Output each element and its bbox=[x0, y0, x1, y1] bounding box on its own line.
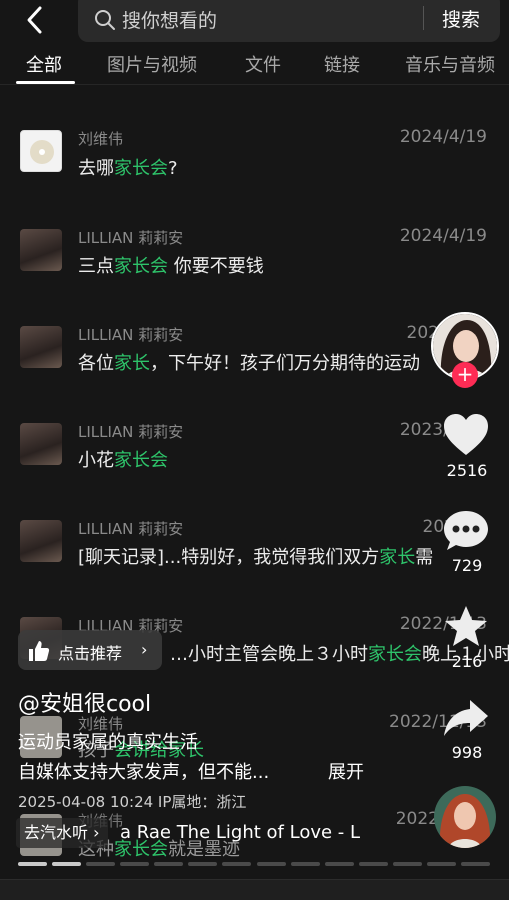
tab-music-audio[interactable]: 音乐与音频 bbox=[405, 51, 495, 77]
progress-segment bbox=[460, 862, 490, 866]
sender-name: LILLIAN 莉莉安 bbox=[78, 520, 184, 538]
message-text: 三点家长会 你要不要钱 bbox=[78, 256, 264, 277]
progress-segment bbox=[52, 862, 82, 866]
search-input[interactable]: 搜你想看的 bbox=[122, 6, 217, 33]
list-item[interactable]: LILLIAN 莉莉安 2023/3/31 小花家长会 bbox=[0, 409, 509, 505]
progress-segment bbox=[86, 862, 116, 866]
list-item[interactable]: LILLIAN 莉莉安 202 [聊天记录]...特别好，我觉得我们双方家长需 bbox=[0, 506, 509, 602]
back-arrow-icon[interactable] bbox=[18, 2, 54, 38]
share-arrow-icon[interactable] bbox=[442, 696, 490, 742]
video-progress-bar[interactable] bbox=[18, 862, 490, 866]
author-handle[interactable]: @安姐很cool bbox=[18, 686, 151, 718]
favorite-count: 216 bbox=[451, 652, 483, 671]
search-button[interactable]: 搜索 bbox=[442, 5, 480, 32]
tab-all[interactable]: 全部 bbox=[26, 51, 62, 77]
sender-name: LILLIAN 莉莉安 bbox=[78, 326, 184, 344]
disc-icon bbox=[30, 140, 54, 164]
list-item[interactable]: LILLIAN 莉莉安 2024/4/19 三点家长会 你要不要钱 bbox=[0, 215, 509, 311]
expand-button[interactable]: 展开 bbox=[328, 758, 364, 784]
progress-segment bbox=[222, 862, 252, 866]
music-cover-avatar[interactable] bbox=[434, 786, 496, 848]
progress-segment bbox=[358, 862, 388, 866]
favorite-star-icon[interactable] bbox=[442, 604, 490, 650]
chevron-right-icon: › bbox=[141, 640, 148, 659]
message-text: 各位家长，下午好！孩子们万分期待的运动 bbox=[78, 353, 420, 374]
tab-images-videos[interactable]: 图片与视频 bbox=[107, 51, 197, 77]
progress-segment bbox=[188, 862, 218, 866]
list-item[interactable]: 刘维伟 2024/4/19 去哪家长会? bbox=[0, 118, 509, 214]
search-divider bbox=[423, 6, 424, 30]
music-cover-image bbox=[434, 786, 496, 848]
like-count: 2516 bbox=[446, 461, 488, 480]
tab-bar: 全部 图片与视频 文件 链接 音乐与音频 bbox=[0, 45, 509, 85]
active-tab-indicator bbox=[16, 81, 75, 84]
recommend-label: 点击推荐 bbox=[58, 644, 123, 663]
recommend-button[interactable]: 点击推荐 › bbox=[18, 630, 162, 670]
message-date: 2024/4/19 bbox=[399, 226, 487, 246]
video-description-line2: 自媒体支持大家发声，但不能... bbox=[18, 762, 270, 783]
heart-icon[interactable] bbox=[442, 412, 490, 458]
tab-links[interactable]: 链接 bbox=[324, 51, 360, 77]
message-date: 2024/4/19 bbox=[399, 127, 487, 147]
message-text: 小花家长会 bbox=[78, 450, 168, 471]
bottom-related-search-bar[interactable] bbox=[0, 879, 509, 900]
progress-segment bbox=[324, 862, 354, 866]
thumbs-up-icon bbox=[29, 641, 50, 661]
music-title[interactable]: a Rae The Light of Love - L bbox=[120, 822, 360, 843]
share-count: 998 bbox=[451, 743, 483, 762]
post-meta: 2025-04-08 10:24 IP属地：浙江 bbox=[18, 793, 247, 811]
search-box[interactable]: 搜你想看的 搜索 bbox=[78, 0, 500, 42]
progress-segment bbox=[426, 862, 456, 866]
message-text: 去哪家长会? bbox=[78, 158, 178, 179]
sender-name: LILLIAN 莉莉安 bbox=[78, 229, 184, 247]
sender-name: 刘维伟 bbox=[78, 130, 124, 148]
comment-icon[interactable] bbox=[442, 508, 490, 554]
avatar bbox=[20, 520, 62, 562]
progress-segment bbox=[256, 862, 286, 866]
follow-plus-icon[interactable]: + bbox=[452, 362, 478, 388]
progress-segment bbox=[18, 862, 48, 866]
top-bar: 搜你想看的 搜索 bbox=[0, 0, 509, 45]
list-item[interactable]: LILLIAN 莉莉安 202 各位家长，下午好！孩子们万分期待的运动 bbox=[0, 312, 509, 408]
progress-segment bbox=[290, 862, 320, 866]
avatar bbox=[20, 326, 62, 368]
progress-segment bbox=[154, 862, 184, 866]
message-date: 2022 bbox=[395, 809, 439, 829]
progress-segment bbox=[120, 862, 150, 866]
sender-name: LILLIAN 莉莉安 bbox=[78, 423, 184, 441]
tab-files[interactable]: 文件 bbox=[245, 51, 281, 77]
progress-segment bbox=[392, 862, 422, 866]
open-in-music-app-button[interactable]: 去汽水听 › bbox=[16, 818, 108, 848]
avatar bbox=[20, 229, 62, 271]
message-text: [聊天记录]...特别好，我觉得我们双方家长需 bbox=[78, 547, 434, 568]
video-description-line1: 运动员家属的真实生活 bbox=[18, 732, 198, 753]
search-icon bbox=[95, 10, 115, 30]
comment-count: 729 bbox=[451, 556, 483, 575]
avatar bbox=[20, 423, 62, 465]
avatar bbox=[20, 130, 62, 172]
